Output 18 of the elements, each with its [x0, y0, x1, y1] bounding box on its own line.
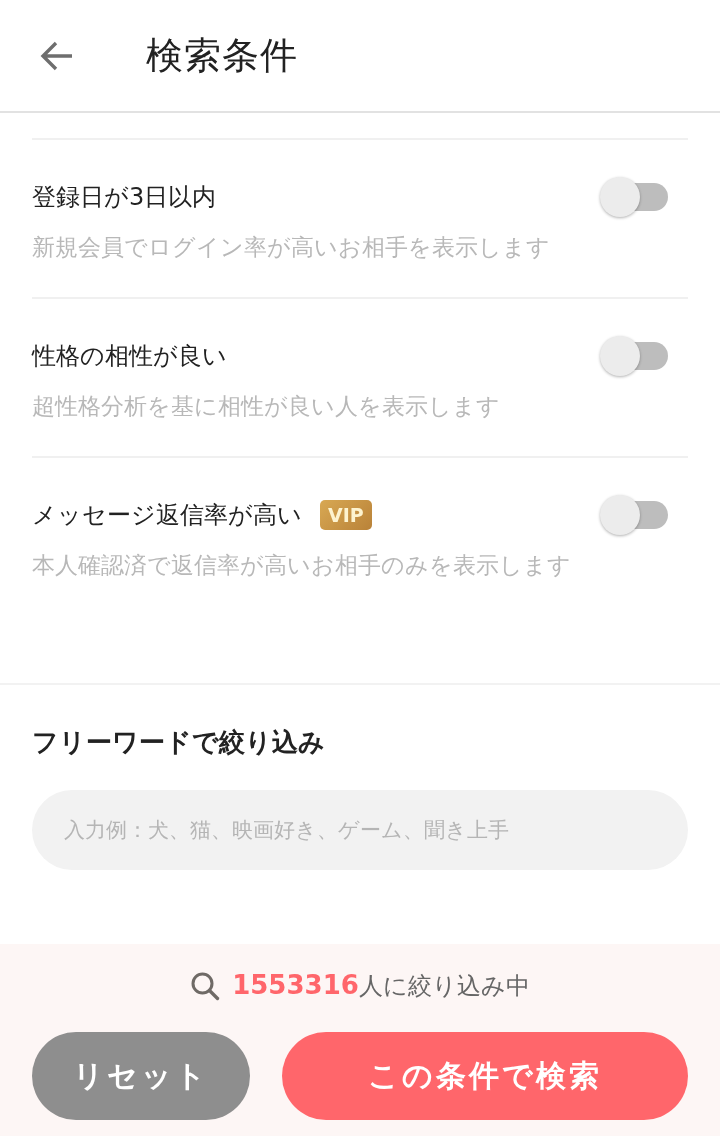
filter-title: 性格の相性が良い	[32, 341, 227, 372]
filter-description: 新規会員でログイン率が高いお相手を表示します	[32, 233, 551, 262]
search-icon	[190, 971, 221, 1001]
toggle-switch[interactable]	[600, 335, 668, 377]
search-button[interactable]: この条件で検索	[282, 1032, 688, 1120]
filter-description: 超性格分析を基に相性が良い人を表示します	[32, 392, 501, 421]
page-title: 検索条件	[146, 32, 298, 79]
back-arrow-icon	[40, 40, 74, 71]
filter-title: 登録日が3日以内	[32, 182, 217, 213]
filter-description: 本人確認済で返信率が高いお相手のみを表示します	[32, 551, 572, 580]
toggle-switch[interactable]	[600, 494, 668, 536]
filter-title: メッセージ返信率が高い	[32, 500, 302, 531]
reset-button[interactable]: リセット	[32, 1032, 250, 1120]
section-heading: フリーワードで絞り込み	[32, 726, 326, 759]
result-count-text: 1553316人に絞り込み中	[232, 970, 530, 1002]
toggle-switch[interactable]	[600, 176, 668, 218]
free-word-input[interactable]: 入力例：犬、猫、映画好き、ゲーム、聞き上手	[32, 790, 688, 870]
vip-badge: VIP	[320, 500, 372, 530]
